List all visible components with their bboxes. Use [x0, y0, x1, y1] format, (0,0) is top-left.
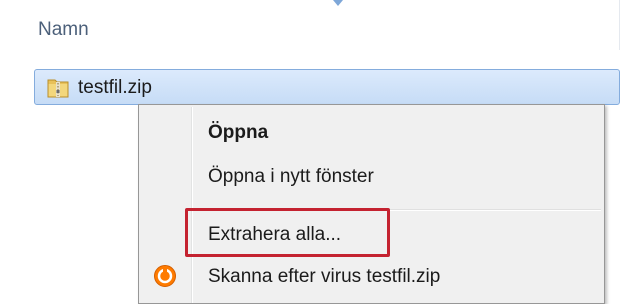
- column-header: Namn: [0, 0, 622, 50]
- zip-folder-icon: [47, 79, 69, 98]
- explorer-window: Namn testfil.zip Öppna Öppna i nytt föns…: [0, 0, 622, 304]
- file-row-selected[interactable]: testfil.zip: [34, 69, 620, 105]
- menu-item-label: Skanna efter virus testfil.zip: [208, 266, 441, 287]
- column-divider[interactable]: [619, 0, 620, 50]
- menu-item-open[interactable]: Öppna: [141, 111, 601, 155]
- menu-item-label: Öppna i nytt fönster: [208, 166, 374, 187]
- file-name: testfil.zip: [78, 77, 152, 98]
- menu-item-label: Öppna: [208, 122, 269, 143]
- sort-arrow-icon: [333, 0, 343, 6]
- context-menu: Öppna Öppna i nytt fönster Extrahera all…: [138, 104, 605, 304]
- highlight-annotation: [185, 208, 390, 257]
- menu-item-open-new-window[interactable]: Öppna i nytt fönster: [141, 155, 601, 199]
- column-header-name[interactable]: Namn: [38, 19, 89, 41]
- menu-item-scan-virus[interactable]: Skanna efter virus testfil.zip: [141, 255, 601, 299]
- antivirus-icon: [154, 265, 176, 287]
